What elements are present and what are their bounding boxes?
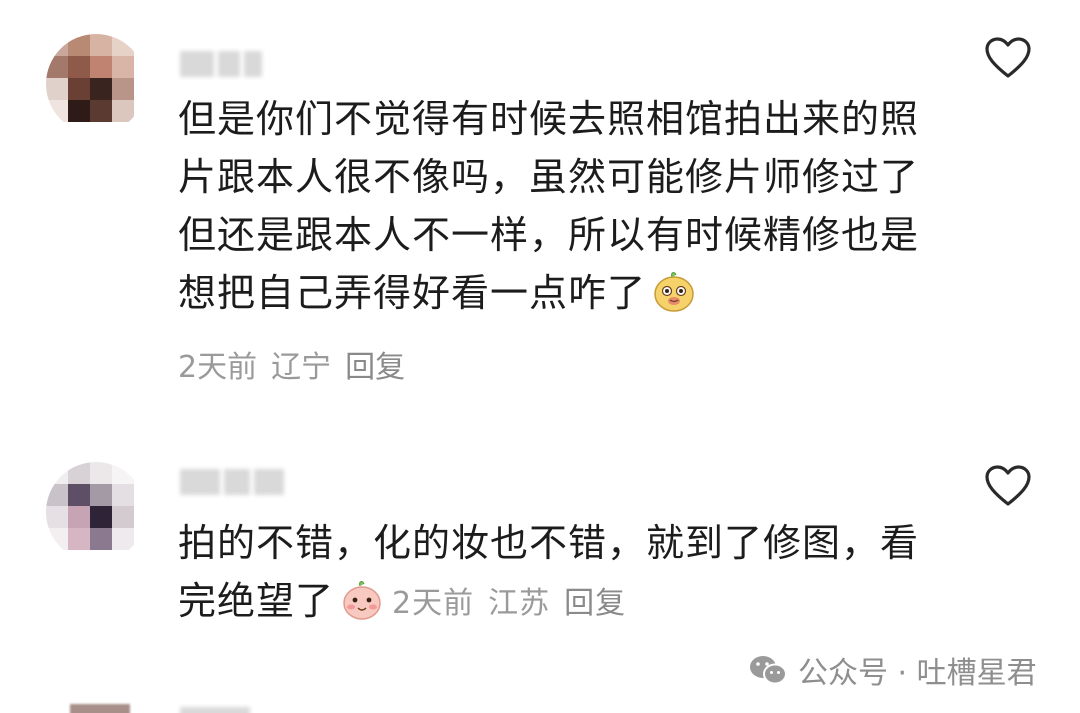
heart-outline-icon[interactable] <box>984 36 1032 80</box>
comment-line: 片跟本人很不像吗，虽然可能修片师修过了 <box>178 155 920 199</box>
avatar[interactable] <box>46 462 146 562</box>
comment-line: 但还是跟本人不一样，所以有时候精修也是 <box>178 213 920 257</box>
comment-location: 辽宁 <box>271 350 332 385</box>
wechat-icon <box>750 656 787 685</box>
blush-face-emoji <box>343 581 381 620</box>
comment-location: 江苏 <box>488 585 551 621</box>
reply-button[interactable]: 回复 <box>345 342 405 386</box>
username-blurred[interactable] <box>180 707 250 713</box>
heart-outline-icon[interactable] <box>984 464 1032 508</box>
comment-meta: 2天前 辽宁 回复 <box>178 342 405 386</box>
watermark: 公众号 · 吐槽星君 <box>748 648 1037 692</box>
avatar[interactable] <box>46 34 146 134</box>
comment-line: 想把自己弄得好看一点咋了 <box>178 271 647 315</box>
comment-item: 拍的不错，化的妆也不错，就到了修图，看 完绝望了 2天前 江苏 回复 <box>0 420 1080 660</box>
comment-text: 拍的不错，化的妆也不错，就到了修图，看 完绝望了 2天前 江苏 回复 <box>178 514 958 633</box>
comment-list-page: 但是你们不觉得有时候去照相馆拍出来的照 片跟本人很不像吗，虽然可能修片师修过了 … <box>0 0 1080 713</box>
next-comment-partial <box>0 700 1080 713</box>
comment-item: 但是你们不觉得有时候去照相馆拍出来的照 片跟本人很不像吗，虽然可能修片师修过了 … <box>0 0 1080 420</box>
comment-line: 完绝望了 <box>178 579 335 623</box>
comment-text: 但是你们不觉得有时候去照相馆拍出来的照 片跟本人很不像吗，虽然可能修片师修过了 … <box>178 90 958 322</box>
comment-line: 拍的不错，化的妆也不错，就到了修图，看 <box>178 521 920 565</box>
smirk-face-emoji <box>654 272 694 312</box>
comment-meta: 2天前 江苏 回复 <box>392 575 626 633</box>
avatar[interactable] <box>70 704 130 713</box>
reply-button[interactable]: 回复 <box>564 575 626 633</box>
comment-time: 2天前 <box>392 585 475 621</box>
username-blurred[interactable] <box>180 44 262 84</box>
comment-line: 但是你们不觉得有时候去照相馆拍出来的照 <box>178 97 920 141</box>
watermark-text: 公众号 · 吐槽星君 <box>798 656 1037 691</box>
username-blurred[interactable] <box>180 462 284 502</box>
comment-time: 2天前 <box>178 350 258 385</box>
